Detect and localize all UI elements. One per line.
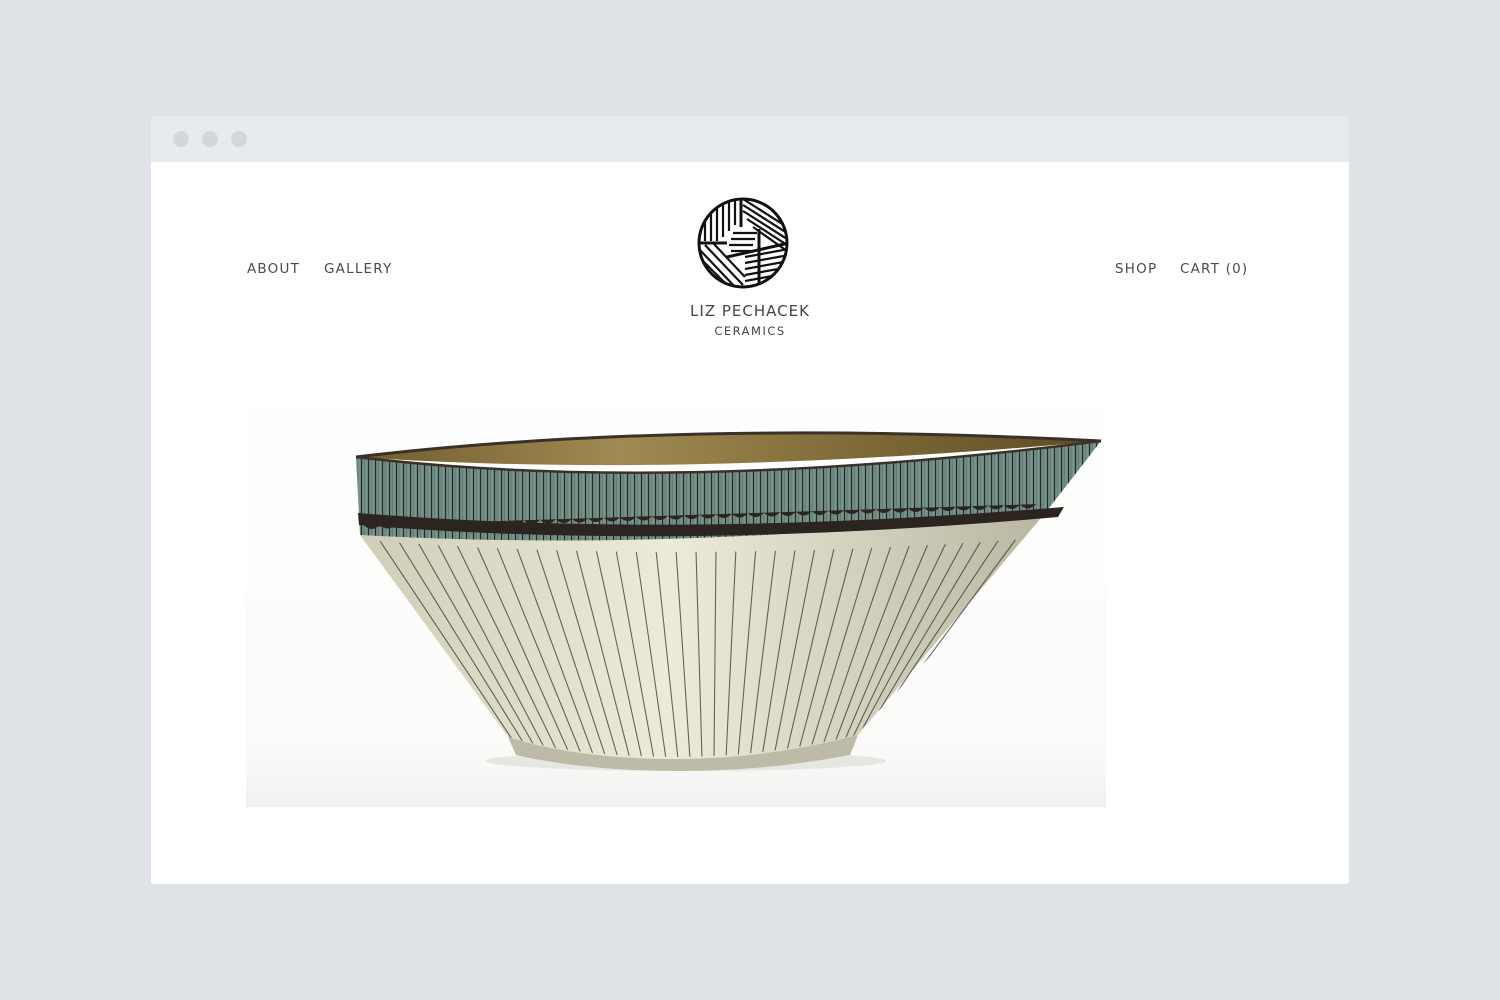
browser-titlebar [151, 116, 1349, 162]
page-content: ABOUT GALLERY SHOP CART (0) LIZ PECHACEK… [151, 162, 1349, 884]
striped-circle-logo-icon[interactable] [697, 197, 789, 289]
window-minimize-button[interactable] [202, 131, 218, 147]
browser-window: ABOUT GALLERY SHOP CART (0) LIZ PECHACEK… [151, 116, 1349, 884]
ceramic-bowl-icon [246, 375, 1106, 807]
nav-gallery-link[interactable]: GALLERY [324, 262, 392, 276]
hero-image [246, 375, 1106, 807]
nav-about-link[interactable]: ABOUT [247, 262, 300, 276]
brand-name: LIZ PECHACEK [690, 302, 810, 320]
window-close-button[interactable] [173, 131, 189, 147]
window-maximize-button[interactable] [231, 131, 247, 147]
nav-cart-link[interactable]: CART (0) [1180, 262, 1248, 276]
nav-shop-link[interactable]: SHOP [1115, 262, 1157, 276]
brand-subtitle: CERAMICS [714, 324, 786, 338]
